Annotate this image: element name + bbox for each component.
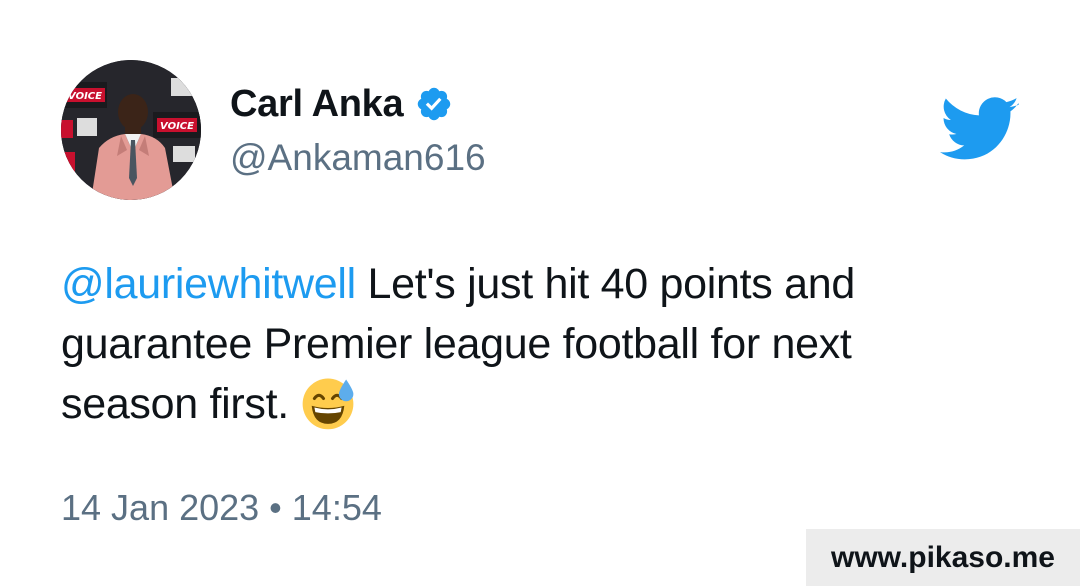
watermark: www.pikaso.me [806,529,1080,586]
tweet-text: @lauriewhitwell Let's just hit 40 points… [61,254,961,434]
svg-text:VOICE: VOICE [160,121,194,132]
tweet-card: VOICE VOICE Carl Anka @Ankaman616 @lauri… [0,0,1080,586]
verified-badge-icon [415,85,453,123]
avatar-image: VOICE VOICE [61,60,201,200]
avatar[interactable]: VOICE VOICE [61,60,201,200]
mention-link[interactable]: @lauriewhitwell [61,260,356,308]
author-name-row: Carl Anka [230,80,453,128]
author-handle[interactable]: @Ankaman616 [230,134,486,182]
grinning-face-with-sweat-icon [299,374,357,432]
display-name[interactable]: Carl Anka [230,80,404,128]
twitter-bird-icon[interactable] [940,96,1020,164]
tweet-timestamp[interactable]: 14 Jan 2023 • 14:54 [61,484,382,532]
svg-text:VOICE: VOICE [68,91,102,102]
